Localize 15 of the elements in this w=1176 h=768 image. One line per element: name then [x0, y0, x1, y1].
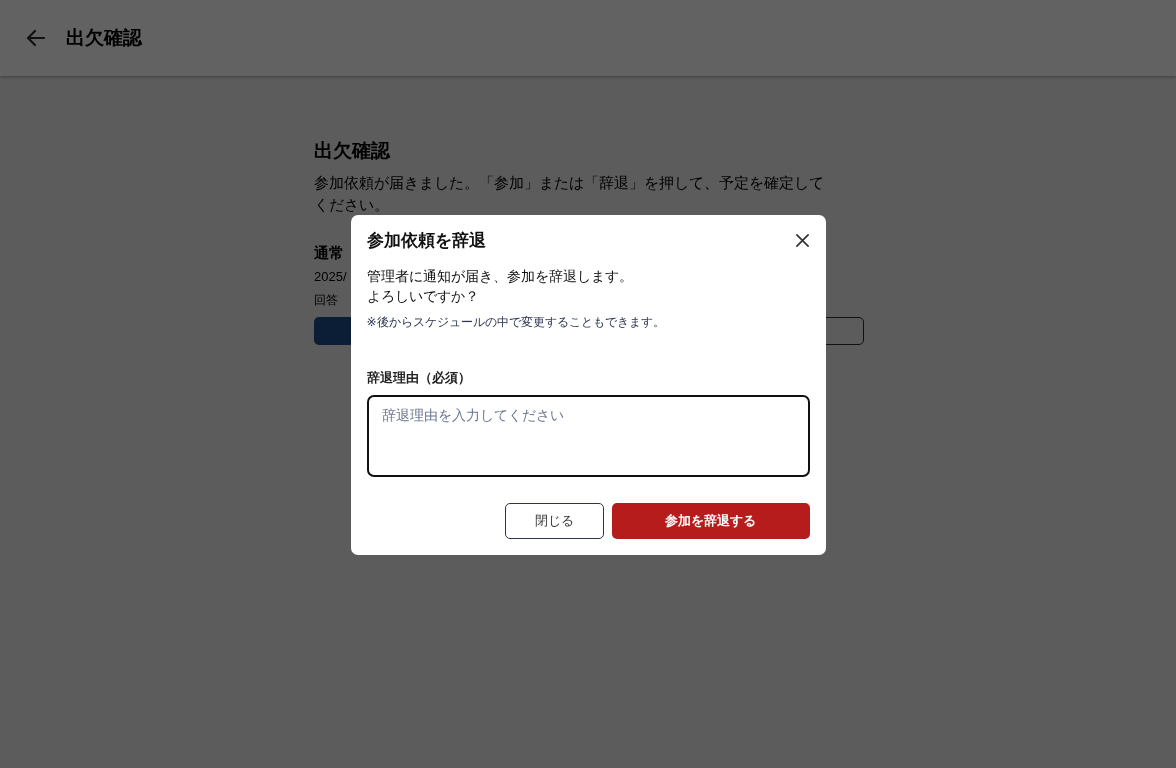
- dialog-message: よろしいですか？: [366, 287, 480, 306]
- reason-input-field[interactable]: 辞退理由を入力してください: [366, 395, 810, 477]
- header-title: 出欠確認: [66, 25, 142, 50]
- decline-confirm-button[interactable]: 参加を辞退する: [611, 503, 810, 539]
- dialog-message: 管理者に通知が届き、参加を辞退します。: [366, 267, 634, 286]
- dialog-note: ※後からスケジュールの中で変更することもできます。: [366, 314, 666, 331]
- field-label: 辞退理由（必須）: [366, 369, 472, 387]
- page-heading: 出欠確認: [314, 138, 390, 163]
- close-icon[interactable]: [794, 233, 810, 248]
- event-title: 通常: [314, 244, 344, 263]
- deadline-text: 回答: [314, 292, 338, 309]
- page-description: 参加依頼が届きました。「参加」または「辞退」を押して、予定を確定してください。: [314, 173, 825, 216]
- close-button[interactable]: 閉じる: [504, 503, 604, 539]
- dialog-title: 参加依頼を辞退: [366, 229, 486, 252]
- event-date: 2025/: [314, 269, 347, 284]
